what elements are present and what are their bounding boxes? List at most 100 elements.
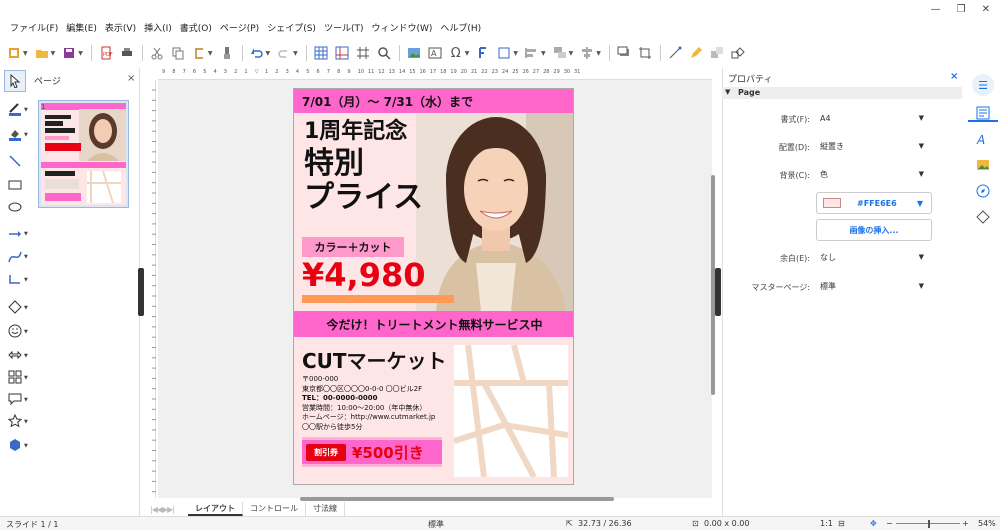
- special-char-button[interactable]: Ω: [446, 43, 466, 63]
- crop-button[interactable]: [635, 43, 655, 63]
- close-icon[interactable]: ×: [950, 71, 958, 82]
- zoom-level[interactable]: 54%: [978, 519, 996, 528]
- slide-thumbnail[interactable]: [38, 100, 129, 208]
- print-button[interactable]: [117, 43, 137, 63]
- show-draw-functions-button[interactable]: [728, 43, 748, 63]
- line-tool[interactable]: [4, 150, 26, 172]
- chevron-down-icon[interactable]: ▼: [24, 419, 28, 425]
- select-tool[interactable]: [4, 70, 26, 92]
- symbol-shapes-tool[interactable]: [4, 320, 26, 342]
- horizontal-ruler[interactable]: 9 8 7 6 5 4 3 2 1 ▽ 1 2 3 4 5 6 7 8 9 10 11 12 13 14 15 16 17 18 19 2…: [158, 68, 712, 80]
- menu-page[interactable]: ページ(P): [216, 22, 263, 36]
- tab-layout[interactable]: レイアウト: [188, 502, 243, 516]
- arrow-line-tool[interactable]: [4, 223, 26, 245]
- align-button[interactable]: [522, 43, 542, 63]
- chevron-down-icon[interactable]: ▼: [24, 397, 28, 403]
- page-section-header[interactable]: Page: [722, 87, 962, 99]
- shop-address-block[interactable]: 〒000-000 東京都〇〇区〇〇〇0-0-0 〇〇ビル2F TEL：00-00…: [302, 375, 435, 432]
- line-color-tool[interactable]: [4, 98, 26, 120]
- sidebar-collapse-handle[interactable]: [715, 268, 721, 316]
- menu-view[interactable]: 表示(V): [101, 22, 140, 36]
- price-text[interactable]: ¥4,980: [302, 259, 425, 291]
- redo-button[interactable]: [274, 43, 294, 63]
- snap-button[interactable]: [353, 43, 373, 63]
- access-map[interactable]: [453, 344, 569, 479]
- shadow-button[interactable]: [614, 43, 634, 63]
- chevron-down-icon[interactable]: ▼: [24, 305, 28, 311]
- zoom-button[interactable]: [374, 43, 394, 63]
- transform-button[interactable]: [494, 43, 514, 63]
- fill-color-tool[interactable]: [4, 123, 26, 145]
- service-badge[interactable]: カラー＋カット: [302, 237, 404, 257]
- tab-dimension-lines[interactable]: 寸法線: [306, 502, 345, 516]
- sidebar-styles-tab[interactable]: A: [974, 130, 992, 148]
- basic-shapes-tool[interactable]: [4, 296, 26, 318]
- block-arrows-tool[interactable]: [4, 344, 26, 366]
- insert-image-button[interactable]: [404, 43, 424, 63]
- glue-button[interactable]: [686, 43, 706, 63]
- points-button[interactable]: [665, 43, 685, 63]
- toggle-extrusion-button[interactable]: [707, 43, 727, 63]
- format-dropdown[interactable]: A4 ▼: [816, 109, 932, 127]
- chevron-down-icon[interactable]: ▼: [24, 132, 28, 138]
- menu-edit[interactable]: 編集(E): [62, 22, 101, 36]
- chevron-down-icon[interactable]: ▼: [24, 254, 28, 260]
- restore-icon[interactable]: ❐: [957, 4, 966, 15]
- menu-tools[interactable]: ツール(T): [320, 22, 368, 36]
- stars-tool[interactable]: [4, 410, 26, 432]
- flowchart-tool[interactable]: [4, 366, 26, 388]
- arrange-button[interactable]: [550, 43, 570, 63]
- chevron-down-icon[interactable]: ▼: [24, 329, 28, 335]
- rectangle-tool[interactable]: [4, 174, 26, 196]
- poster-page[interactable]: 7/01（月）〜 7/31（水）まで 1周年記念 特別 プライス カラー＋カット…: [293, 88, 574, 485]
- sidebar-navigator-tab[interactable]: [974, 182, 992, 200]
- vertical-ruler[interactable]: [144, 80, 156, 498]
- copy-button[interactable]: [168, 43, 188, 63]
- ellipse-tool[interactable]: [4, 196, 26, 218]
- 3d-objects-tool[interactable]: [4, 434, 26, 456]
- insert-image-button[interactable]: 画像の挿入...: [816, 219, 932, 241]
- paste-button[interactable]: [189, 43, 209, 63]
- coupon-box[interactable]: 割引券 ¥500引き: [302, 437, 442, 467]
- open-button[interactable]: [32, 43, 52, 63]
- sidebar-settings-button[interactable]: ☰: [972, 74, 994, 96]
- scale-value[interactable]: 1:1: [820, 519, 833, 528]
- callouts-tool[interactable]: [4, 388, 26, 410]
- promo-banner[interactable]: 今だけ！トリートメント無料サービス中: [294, 311, 573, 337]
- orientation-dropdown[interactable]: 縦置き ▼: [816, 137, 932, 155]
- menu-file[interactable]: ファイル(F): [6, 22, 62, 36]
- horizontal-scrollbar[interactable]: [300, 497, 614, 501]
- background-color-picker[interactable]: #FFE6E6 ▼: [816, 192, 932, 214]
- sidebar-shapes-tab[interactable]: [974, 208, 992, 226]
- new-button[interactable]: [4, 43, 24, 63]
- date-banner[interactable]: 7/01（月）〜 7/31（水）まで: [294, 89, 573, 113]
- close-icon[interactable]: ✕: [982, 4, 990, 15]
- chevron-down-icon[interactable]: ▼: [24, 277, 28, 283]
- chevron-down-icon[interactable]: ▼: [24, 353, 28, 359]
- curve-tool[interactable]: [4, 246, 26, 268]
- master-page-dropdown[interactable]: 標準 ▼: [816, 277, 932, 295]
- sidebar-gallery-tab[interactable]: [974, 156, 992, 174]
- grid-button[interactable]: [311, 43, 331, 63]
- fontwork-button[interactable]: [473, 43, 493, 63]
- headline[interactable]: 1周年記念 特別 プライス: [304, 121, 423, 213]
- save-button[interactable]: [59, 43, 79, 63]
- menu-format[interactable]: 書式(O): [176, 22, 216, 36]
- shop-name[interactable]: CUTマーケット: [302, 345, 447, 374]
- collapse-triangle-icon[interactable]: ▼: [725, 88, 730, 96]
- chevron-down-icon[interactable]: ▼: [24, 375, 28, 381]
- minimize-icon[interactable]: —: [931, 4, 941, 15]
- export-pdf-button[interactable]: PDF: [96, 43, 116, 63]
- tab-navigation-icons[interactable]: |◀◀▶▶|: [150, 505, 175, 514]
- menu-window[interactable]: ウィンドウ(W): [367, 22, 436, 36]
- zoom-slider-thumb[interactable]: [928, 520, 930, 528]
- chevron-down-icon[interactable]: ▼: [24, 443, 28, 449]
- slide-pane-collapse-handle[interactable]: [138, 268, 144, 316]
- undo-button[interactable]: [247, 43, 267, 63]
- distribute-button[interactable]: [577, 43, 597, 63]
- chevron-down-icon[interactable]: ▼: [24, 107, 28, 113]
- insert-textbox-button[interactable]: A: [425, 43, 445, 63]
- helplines-button[interactable]: [332, 43, 352, 63]
- close-icon[interactable]: ×: [127, 73, 135, 84]
- menu-insert[interactable]: 挿入(I): [140, 22, 176, 36]
